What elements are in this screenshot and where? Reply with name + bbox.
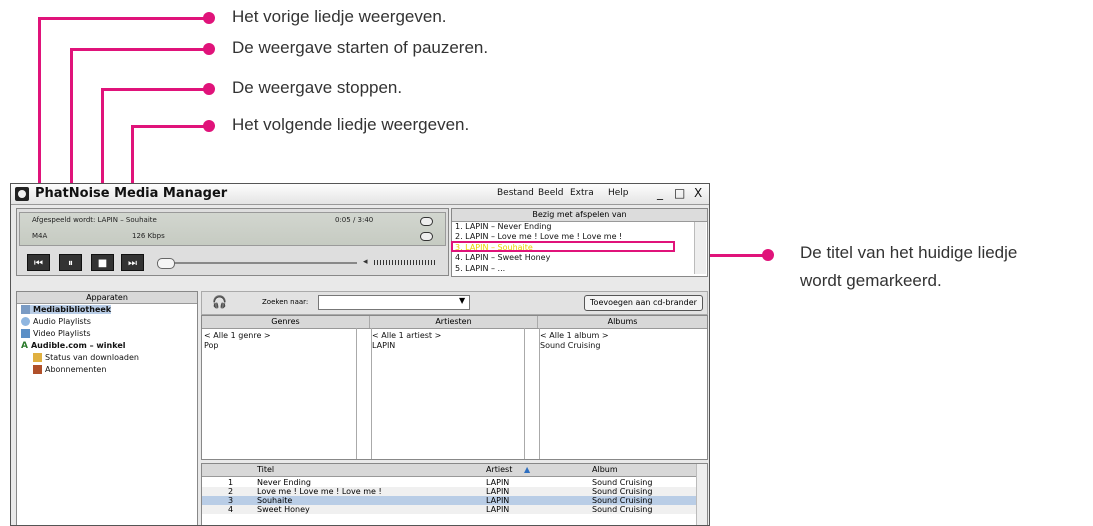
video-playlist-icon — [21, 329, 30, 338]
now-playing-list: Bezig met afspelen van 1. LAPIN – Never … — [451, 208, 708, 277]
menu-file[interactable]: Bestand — [497, 188, 534, 198]
minimize-button[interactable]: _ — [657, 186, 663, 200]
genre-item[interactable]: < Alle 1 genre > — [204, 331, 271, 340]
menu-tools[interactable]: Extra — [570, 188, 594, 198]
tree-item-download-status[interactable]: Status van downloaden — [33, 353, 139, 362]
annotation-playpause: De weergave starten of pauzeren. — [232, 38, 489, 57]
bitrate: 126 Kbps — [132, 232, 165, 240]
annotation-stop: De weergave stoppen. — [232, 78, 403, 97]
download-icon — [33, 353, 42, 362]
now-playing-header: Bezig met afspelen van — [452, 209, 707, 222]
toggle-indicator-1[interactable] — [420, 217, 433, 226]
search-input[interactable] — [318, 295, 470, 310]
library-icon — [21, 305, 30, 314]
callout-line-next-horizontal — [131, 125, 210, 128]
table-row[interactable]: 2 Love me ! Love me ! Love me ! LAPIN Sound… — [202, 487, 696, 496]
tree-item-video-playlists[interactable]: Video Playlists — [21, 329, 91, 338]
search-dropdown-icon[interactable]: ▼ — [459, 296, 465, 305]
player-panel: Afgespeeld wordt: LAPIN – Souhaite 0:05 … — [16, 208, 449, 276]
devices-header: Apparaten — [17, 292, 197, 304]
prev-track-button[interactable]: ⏮ — [27, 254, 50, 271]
column-header-title[interactable]: Titel — [257, 464, 274, 476]
table-row-selected[interactable]: 3 Souhaite LAPIN Sound Cruising — [202, 496, 696, 505]
callout-line-prev-horizontal — [38, 17, 210, 20]
add-to-cd-burner-button[interactable]: Toevoegen aan cd-brander — [584, 295, 703, 311]
tree-item-audible-store[interactable]: A Audible.com – winkel — [21, 341, 126, 351]
seek-handle[interactable] — [157, 258, 175, 269]
column-header-artist[interactable]: Artiest — [486, 464, 512, 476]
callout-dot-prev — [203, 12, 215, 24]
app-logo-icon — [15, 187, 29, 201]
close-button[interactable]: X — [694, 186, 702, 200]
library-browser: Genres Artiesten Albums < Alle 1 genre >… — [201, 315, 708, 460]
tree-item-media-library[interactable]: Mediabibliotheek — [21, 305, 112, 314]
track-list: Titel Artiest ▲ Album 1 Never Ending LAPIN… — [201, 463, 708, 525]
title-bar: PhatNoise Media Manager Bestand Beeld Ex… — [11, 184, 709, 205]
stop-button[interactable]: ■ — [91, 254, 114, 271]
albums-header[interactable]: Albums — [538, 316, 707, 328]
annotation-highlight-line2: wordt gemarkeerd. — [800, 271, 942, 290]
subscriptions-icon — [33, 365, 42, 374]
sort-ascending-icon: ▲ — [524, 465, 531, 474]
callout-dot-next — [203, 120, 215, 132]
column-divider — [524, 328, 540, 459]
audible-icon: A — [21, 341, 28, 351]
tree-item-audio-playlists[interactable]: Audio Playlists — [21, 317, 91, 326]
menu-help[interactable]: Help — [608, 188, 629, 198]
callout-dot-playpause — [203, 43, 215, 55]
now-playing-item[interactable]: 1. LAPIN – Never Ending — [455, 222, 552, 231]
callout-dot-stop — [203, 83, 215, 95]
annotation-next: Het volgende liedje weergeven. — [232, 115, 470, 134]
devices-panel: Apparaten Mediabibliotheek Audio Playlis… — [16, 291, 198, 525]
annotation-prev: Het vorige liedje weergeven. — [232, 7, 447, 26]
callout-line-playpause-horizontal — [70, 48, 210, 51]
album-item[interactable]: Sound Cruising — [540, 341, 600, 350]
callout-line-highlight — [705, 254, 765, 257]
now-playing-item[interactable]: 2. LAPIN – Love me ! Love me ! Love me ! — [455, 232, 622, 241]
app-window: PhatNoise Media Manager Bestand Beeld Ex… — [10, 183, 710, 526]
search-toolbar: 🎧 Zoeken naar: ▼ Toevoegen aan cd-brande… — [201, 291, 708, 315]
callout-line-stop-horizontal — [101, 88, 210, 91]
artist-item[interactable]: < Alle 1 artiest > — [372, 331, 441, 340]
tree-item-subscriptions[interactable]: Abonnementen — [33, 365, 106, 374]
table-row[interactable]: 1 Never Ending LAPIN Sound Cruising — [202, 478, 696, 487]
maximize-button[interactable]: □ — [674, 186, 685, 200]
volume-slider[interactable] — [374, 260, 436, 265]
artist-item[interactable]: LAPIN — [372, 341, 395, 350]
annotation-highlight-line1: De titel van het huidige liedje — [800, 243, 1018, 262]
genres-header[interactable]: Genres — [202, 316, 370, 328]
now-playing-scrollbar[interactable] — [694, 222, 706, 274]
now-playing-label: Afgespeeld wordt: LAPIN – Souhaite — [32, 216, 157, 224]
current-track-highlight — [451, 241, 675, 252]
next-track-button[interactable]: ⏭ — [121, 254, 144, 271]
audio-playlist-icon — [21, 317, 30, 326]
column-divider — [356, 328, 372, 459]
toggle-indicator-2[interactable] — [420, 232, 433, 241]
app-title: PhatNoise Media Manager — [35, 186, 228, 201]
seek-bar[interactable] — [157, 262, 357, 264]
column-header-album[interactable]: Album — [592, 464, 618, 476]
artists-header[interactable]: Artiesten — [370, 316, 538, 328]
play-pause-button[interactable]: ⏸ — [59, 254, 82, 271]
file-format: M4A — [32, 232, 48, 240]
menu-view[interactable]: Beeld — [538, 188, 563, 198]
track-list-header: Titel Artiest ▲ Album — [202, 464, 696, 477]
search-label: Zoeken naar: — [262, 298, 309, 306]
now-playing-item[interactable]: 5. LAPIN – ... — [455, 264, 505, 273]
playback-time: 0:05 / 3:40 — [335, 216, 374, 224]
genre-item[interactable]: Pop — [204, 341, 219, 350]
now-playing-item[interactable]: 4. LAPIN – Sweet Honey — [455, 253, 550, 262]
track-list-scrollbar[interactable] — [696, 464, 707, 525]
callout-dot-highlight — [762, 249, 774, 261]
table-row[interactable]: 4 Sweet Honey LAPIN Sound Cruising — [202, 505, 696, 514]
player-display: Afgespeeld wordt: LAPIN – Souhaite 0:05 … — [19, 212, 446, 246]
album-item[interactable]: < Alle 1 album > — [540, 331, 609, 340]
volume-icon: ◂ — [363, 257, 368, 267]
headphones-icon[interactable]: 🎧 — [212, 295, 230, 309]
